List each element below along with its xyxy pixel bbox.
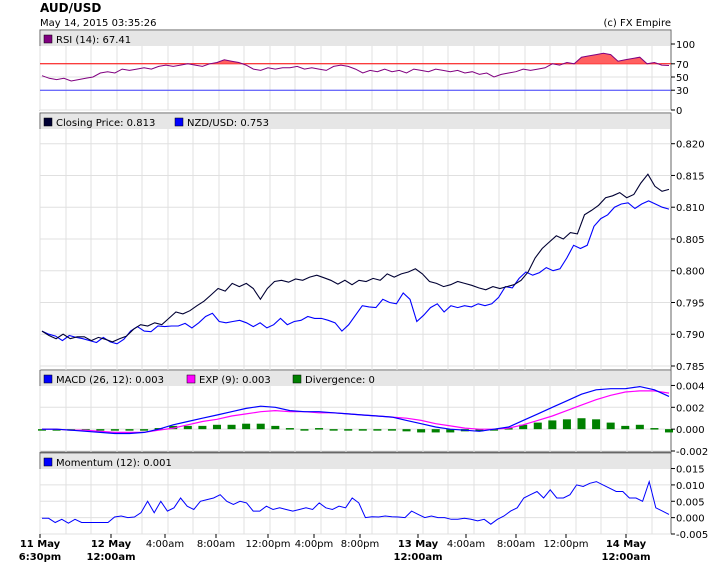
divergence-bar [198,425,207,430]
tick-label-mom-0: 0.015 [676,465,705,476]
tick-label-macd-2: 0.000 [676,425,705,436]
divergence-bar [635,424,644,430]
tick-label-mom-2: 0.005 [676,497,705,508]
x-label-line1: 8:00pm [341,539,380,550]
divergence-bar [562,419,571,430]
divergence-bar [650,428,659,430]
x-label-line1: 8:00am [497,539,535,550]
divergence-legend-text: Divergence: 0 [305,375,375,386]
momentum-legend-text: Momentum (12): 0.001 [56,458,172,469]
rsi-legend-text: RSI (14): 67.41 [56,35,131,46]
tick-label-price-3: 0.805 [676,235,705,246]
closing-legend-swatch [43,117,53,127]
divergence-bar [96,429,105,431]
x-label-line2: 12:00am [87,552,136,563]
tick-label-price-0: 0.820 [676,140,705,151]
x-label-line1: 4:00pm [295,539,334,550]
tick-label-rsi-1: 70 [676,60,689,71]
tick-label-price-2: 0.810 [676,203,705,214]
tick-label-mom-4: -0.005 [676,530,708,541]
tick-label-price-1: 0.815 [676,171,705,182]
timestamp: May 14, 2015 03:35:26 [40,18,156,29]
divergence-bar [417,429,426,433]
x-label-line2: 6:30pm [19,552,61,563]
divergence-bar [125,429,134,431]
x-label-line2: 12:00am [602,552,651,563]
x-label-line1: 4:00am [447,539,485,550]
copyright: (c) FX Empire [604,18,672,29]
x-label-line1: 14 May [606,539,647,550]
exp-legend-text: EXP (9): 0.003 [199,375,271,386]
tick-label-price-7: 0.785 [676,362,705,373]
technical-chart: AUD/USD May 14, 2015 03:35:26 (c) FX Emp… [19,1,708,563]
macd-legend-swatch [43,374,53,384]
momentum-legend: Momentum (12): 0.001 [43,457,172,469]
divergence-bar [431,429,440,433]
rsi-legend: RSI (14): 67.41 [43,34,131,46]
divergence-bar [402,429,411,432]
x-label-line1: 11 May [20,539,61,550]
closing-legend-text: Closing Price: 0.813 [56,118,155,129]
divergence-bar [300,429,309,431]
momentum-legend-swatch [43,457,53,467]
x-label-line1: 12 May [91,539,132,550]
tick-label-mom-3: 0.000 [676,514,705,525]
divergence-bar [387,429,396,431]
divergence-bar [373,429,382,431]
tick-label-rsi-3: 30 [676,86,689,97]
divergence-bar [533,422,542,430]
tick-label-macd-3: -0.002 [676,447,708,458]
divergence-bar [592,419,601,430]
tick-label-rsi-2: 50 [676,73,689,84]
divergence-bar [140,429,149,431]
divergence-bar [344,429,353,431]
x-label-line1: 13 May [398,539,439,550]
panel-header-rsi [41,31,670,46]
divergence-bar [358,429,367,431]
divergence-bar [183,425,192,430]
chart-stage: AUD/USD May 14, 2015 03:35:26 (c) FX Emp… [0,0,710,570]
divergence-legend-swatch [292,374,302,384]
divergence-bar [577,418,586,430]
tick-label-macd-1: 0.002 [676,403,705,414]
symbol-title: AUD/USD [40,1,101,15]
divergence-bar [212,424,221,430]
x-label-line1: 4:00am [146,539,184,550]
nzd-legend-text: NZD/USD: 0.753 [187,118,269,129]
y-axis-ticks: 100 70 50 30 0 0.820 0.815 0.810 0.805 0.800 0.795… [671,40,708,541]
x-label-line1: 12:00pm [246,539,291,550]
divergence-bar [242,423,251,430]
x-axis-labels: 11 May 6:30pm 12 May 12:00am 4:00am 8:00am 12:… [19,534,651,563]
divergence-bar [110,429,119,431]
tick-label-rsi-0: 100 [676,40,695,51]
divergence-bar [329,429,338,431]
exp-legend-swatch [186,374,196,384]
divergence-bar [227,424,236,430]
rsi-legend-swatch [43,34,53,44]
tick-label-price-6: 0.790 [676,330,705,341]
x-label-line1: 12:00pm [544,539,589,550]
divergence-bar [256,423,265,430]
x-label-line2: 12:00am [394,552,443,563]
nzd-legend-swatch [174,117,184,127]
divergence-bar [606,422,615,430]
divergence-bar [285,428,294,430]
tick-label-price-5: 0.795 [676,298,705,309]
tick-label-macd-0: 0.004 [676,381,705,392]
tick-label-rsi-4: 0 [676,106,682,117]
macd-legend: MACD (26, 12): 0.003 EXP (9): 0.003 Dive… [43,374,375,386]
macd-legend-text: MACD (26, 12): 0.003 [56,375,164,386]
divergence-bar [621,425,630,430]
x-label-line1: 8:00am [197,539,235,550]
divergence-bar [548,420,557,430]
tick-label-mom-1: 0.010 [676,481,705,492]
divergence-bar [315,428,324,430]
tick-label-price-4: 0.800 [676,267,705,278]
divergence-bar [271,425,280,430]
